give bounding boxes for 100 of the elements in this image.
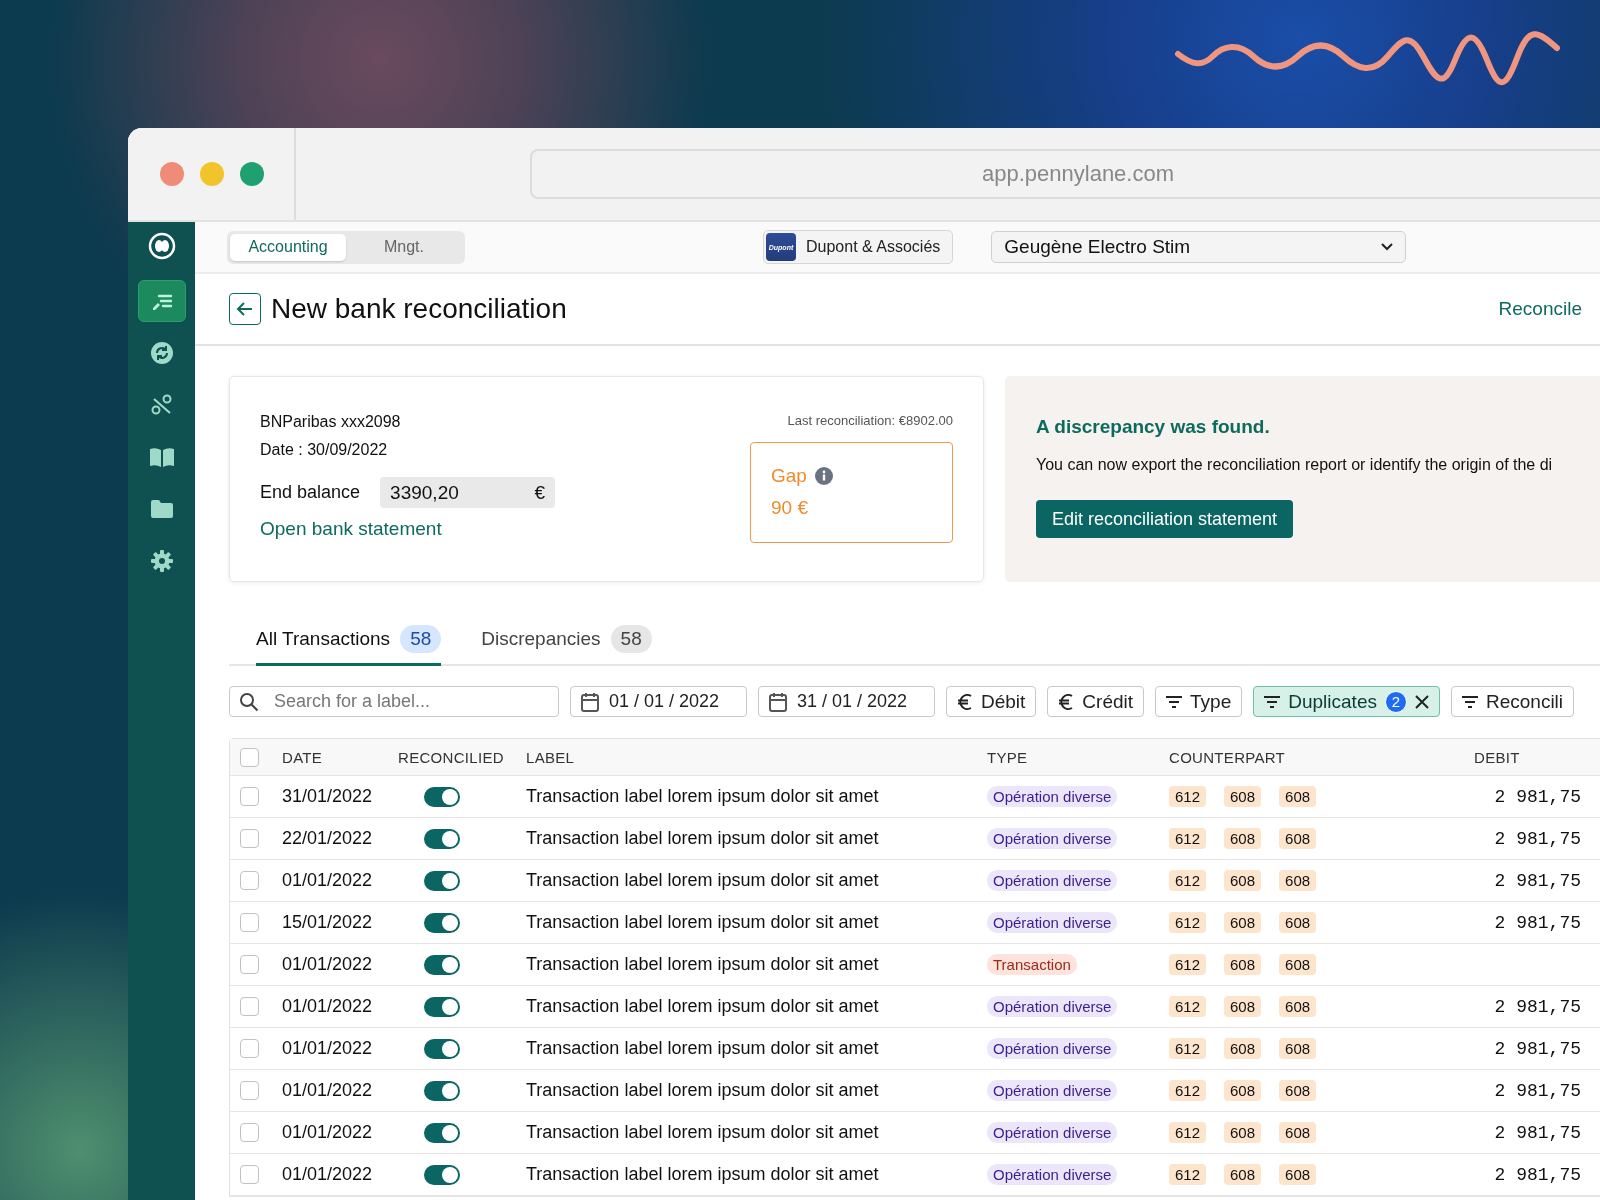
app-logo-icon[interactable]: [147, 232, 176, 260]
row-checkbox[interactable]: [240, 1081, 259, 1100]
mode-tab[interactable]: Accounting: [230, 233, 346, 261]
row-checkbox[interactable]: [240, 1123, 259, 1142]
counterpart-tag: 612: [1169, 1038, 1207, 1059]
date-cell-text: 01/01/2022: [282, 996, 374, 1017]
debit-cell: 2 981,75: [1494, 828, 1581, 849]
reconciled-toggle[interactable]: [424, 1164, 460, 1185]
maximize-window-button[interactable]: [240, 162, 264, 186]
row-checkbox[interactable]: [240, 1039, 259, 1058]
reconciled-toggle[interactable]: [424, 1122, 460, 1143]
calendar-icon: [581, 691, 599, 712]
type-tag: Opération diverse: [987, 870, 1118, 891]
row-checkbox[interactable]: [240, 955, 259, 974]
end-balance-field[interactable]: 3390,20 €: [380, 477, 556, 508]
filter-icon: [1264, 695, 1281, 708]
transactions-tab[interactable]: Discrepancies 58: [481, 614, 652, 666]
euro-icon: [957, 692, 973, 711]
back-button[interactable]: [229, 293, 261, 325]
type-tag: Opération diverse: [987, 1122, 1118, 1143]
type-tag: Opération diverse: [987, 786, 1118, 807]
counterpart-tag: 608: [1224, 954, 1262, 975]
gap-value: 90 €: [771, 497, 809, 519]
select-all-checkbox[interactable]: [240, 747, 259, 767]
date-cell-text: 01/01/2022: [282, 954, 374, 975]
filter-chip[interactable]: Crédit: [1047, 686, 1145, 717]
date-cell-text: 01/01/2022: [282, 1038, 374, 1059]
date-field[interactable]: 31 / 01 / 2022: [758, 686, 935, 717]
filter-chip[interactable]: Débit: [946, 686, 1037, 717]
chevron-down-icon: [1381, 243, 1394, 251]
reconcile-link[interactable]: Reconcile: [1492, 297, 1588, 321]
row-checkbox[interactable]: [240, 829, 259, 848]
edit-statement-button[interactable]: Edit reconciliation statement: [1036, 500, 1294, 538]
search-field[interactable]: Search for a label...: [229, 686, 559, 717]
date-cell-text: 01/01/2022: [282, 1122, 374, 1143]
debit-cell: 2 981,75: [1494, 786, 1581, 807]
calendar-icon: [769, 691, 787, 712]
search-icon: [239, 692, 259, 712]
counterpart-tag: 612: [1169, 786, 1207, 807]
reconciled-toggle[interactable]: [424, 954, 460, 975]
date-field[interactable]: 01 / 01 / 2022: [570, 686, 747, 717]
reconciled-toggle[interactable]: [424, 786, 460, 807]
counterpart-tag: 612: [1169, 954, 1207, 975]
counterpart-tag: 608: [1279, 1080, 1317, 1101]
discrepancy-text: You can now export the reconciliation report or identify the origin of the di: [1036, 456, 1553, 474]
counterpart-tag: 608: [1224, 870, 1262, 891]
filter-icon: [1166, 695, 1183, 708]
label-cell-text: Transaction label lorem ipsum dolor sit amet: [526, 996, 880, 1017]
row-checkbox[interactable]: [240, 871, 259, 890]
counterpart-tag: 608: [1279, 828, 1317, 849]
row-checkbox[interactable]: [240, 913, 259, 932]
label-cell-text: Transaction label lorem ipsum dolor sit amet: [526, 870, 880, 891]
company-select[interactable]: Geugène Electro Stim: [991, 231, 1407, 263]
reconciled-toggle[interactable]: [424, 1080, 460, 1101]
discrepancy-title: A discrepancy was found.: [1036, 416, 1270, 438]
counterpart-tag: 608: [1224, 1038, 1262, 1059]
label-cell-text: Transaction label lorem ipsum dolor sit amet: [526, 1164, 880, 1185]
label-cell-text: Transaction label lorem ipsum dolor sit amet: [526, 1038, 880, 1059]
statement-date: Date : 30/09/2022: [260, 441, 389, 459]
reconciled-toggle[interactable]: [424, 996, 460, 1017]
counterpart-tag: 608: [1279, 912, 1317, 933]
type-tag: Opération diverse: [987, 1038, 1118, 1059]
end-balance-label: End balance: [260, 482, 361, 503]
filter-chip[interactable]: Duplicates 2: [1253, 686, 1440, 717]
label-cell-text: Transaction label lorem ipsum dolor sit amet: [526, 786, 880, 807]
counterpart-tag: 612: [1169, 870, 1207, 891]
counterpart-tag: 612: [1169, 1122, 1207, 1143]
transactions-tab[interactable]: All Transactions 58: [256, 614, 442, 666]
label-cell-text: Transaction label lorem ipsum dolor sit amet: [526, 828, 880, 849]
mode-tab[interactable]: Mngt.: [346, 233, 462, 261]
label-cell-text: Transaction label lorem ipsum dolor sit amet: [526, 1080, 880, 1101]
debit-cell: 2 981,75: [1494, 996, 1581, 1017]
open-statement-link[interactable]: Open bank statement: [260, 518, 556, 540]
counterpart-tag: 608: [1224, 786, 1262, 807]
counterpart-tag: 608: [1224, 1080, 1262, 1101]
counterpart-tag: 612: [1169, 1164, 1207, 1185]
page-title: New bank reconciliation: [271, 293, 568, 325]
reconciled-toggle[interactable]: [424, 870, 460, 891]
percent-icon: [150, 394, 173, 416]
label-cell-text: Transaction label lorem ipsum dolor sit amet: [526, 1122, 880, 1143]
reconciled-toggle[interactable]: [424, 1038, 460, 1059]
reconciled-toggle[interactable]: [424, 828, 460, 849]
date-cell-text: 31/01/2022: [282, 786, 374, 807]
row-checkbox[interactable]: [240, 1165, 259, 1184]
debit-cell: 2 981,75: [1494, 1038, 1581, 1059]
date-cell-text: 01/01/2022: [282, 1080, 374, 1101]
row-checkbox[interactable]: [240, 997, 259, 1016]
counterpart-tag: 612: [1169, 1080, 1207, 1101]
reconciled-toggle[interactable]: [424, 912, 460, 933]
sidebar-item[interactable]: [137, 280, 186, 322]
row-checkbox[interactable]: [240, 787, 259, 806]
counterpart-tag: 608: [1279, 954, 1317, 975]
filter-chip[interactable]: Type: [1155, 686, 1243, 717]
date-cell-text: 01/01/2022: [282, 870, 374, 891]
filter-chip[interactable]: Reconcili: [1450, 686, 1575, 717]
close-icon[interactable]: [1414, 694, 1429, 709]
info-icon[interactable]: [814, 467, 833, 485]
counterpart-tag: 608: [1279, 1164, 1317, 1185]
euro-icon: [1058, 692, 1075, 711]
counterpart-tag: 608: [1224, 828, 1262, 849]
